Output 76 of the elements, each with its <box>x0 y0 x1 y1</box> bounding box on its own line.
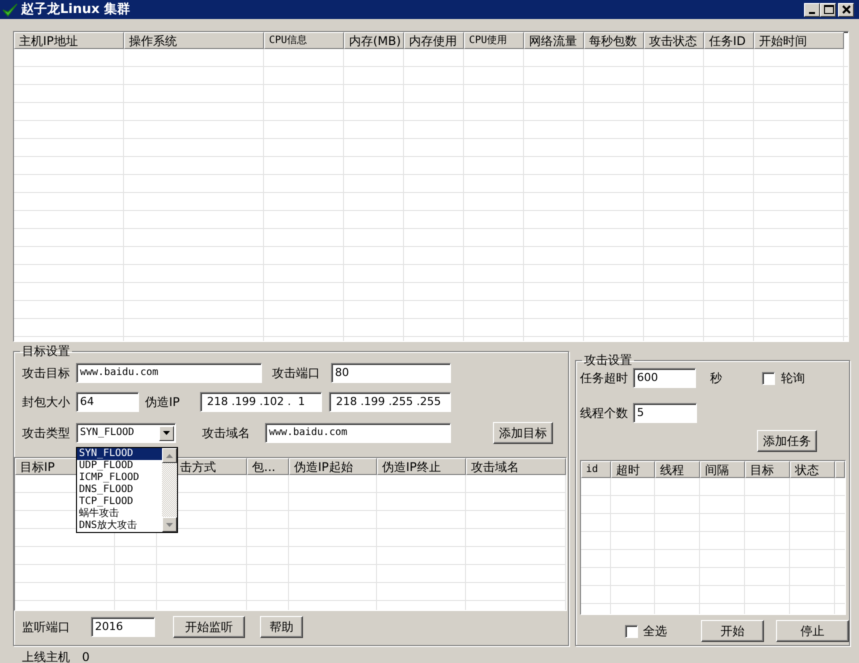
push-button[interactable]: 开始 <box>700 620 764 642</box>
column-header[interactable]: 每秒包数 <box>584 32 644 49</box>
caret-icon <box>163 431 170 435</box>
text-field[interactable]: 218 .199 .102 . 1 <box>200 392 322 412</box>
field-label: 线程个数 <box>580 406 629 420</box>
column-header[interactable]: 内存使用 <box>404 32 464 49</box>
scroll-down-button[interactable] <box>162 517 177 532</box>
dropdown-option[interactable]: 蜗牛攻击 <box>77 508 162 520</box>
column-header[interactable]: 状态 <box>790 461 835 478</box>
column-header[interactable]: 超时 <box>611 461 655 478</box>
push-button[interactable]: 添加任务 <box>757 430 817 452</box>
column-header[interactable]: 操作系统 <box>124 32 264 49</box>
checkbox-label: 全选 <box>642 624 667 638</box>
text-field[interactable]: 64 <box>76 392 139 412</box>
column-header[interactable]: 包... <box>247 458 289 475</box>
column-header[interactable]: 攻击域名 <box>466 458 566 475</box>
text-field[interactable]: 218 .199 .255 .255 <box>329 392 451 412</box>
field-label: 攻击端口 <box>272 366 321 380</box>
maximize-icon <box>822 4 834 15</box>
column-header[interactable]: CPU使用 <box>464 32 524 49</box>
column-header[interactable]: 网络流量 <box>524 32 584 49</box>
field-label: 攻击目标 <box>22 366 71 380</box>
checkbox-label: 轮询 <box>781 371 805 385</box>
column-header[interactable]: CPU信息 <box>264 32 344 49</box>
window-title: 赵子龙Linux 集群 <box>21 2 130 16</box>
field-label: 秒 <box>710 371 722 385</box>
minimize-button[interactable] <box>804 2 820 16</box>
dropdown-option[interactable]: TCP_FLOOD <box>77 496 162 508</box>
dropdown-arrow-button[interactable] <box>159 426 174 440</box>
group-title: 攻击设置 <box>583 353 633 367</box>
close-icon <box>840 4 852 15</box>
push-button[interactable]: 停止 <box>776 620 849 642</box>
status-label: 上线主机 <box>22 650 70 663</box>
checkbox[interactable] <box>625 624 638 638</box>
text-field[interactable]: 80 <box>331 363 451 383</box>
column-header[interactable]: 内存(MB) <box>344 32 404 49</box>
dropdown[interactable]: SYN_FLOOD <box>76 423 176 443</box>
field-label: 封包大小 <box>22 395 71 409</box>
push-button[interactable]: 添加目标 <box>493 422 553 444</box>
minimize-icon <box>809 12 815 14</box>
column-header[interactable]: 伪造IP起始 <box>289 458 377 475</box>
status-value: 0 <box>82 650 90 663</box>
dropdown-option[interactable]: SYN_FLOOD <box>77 448 162 460</box>
text-field[interactable]: 5 <box>633 403 697 423</box>
group-title: 目标设置 <box>21 344 71 358</box>
column-header[interactable]: 目标 <box>745 461 790 478</box>
text-field[interactable]: www.baidu.com <box>265 423 451 443</box>
up-arrow-icon <box>166 454 173 458</box>
field-label: 攻击类型 <box>22 426 71 440</box>
field-label: 监听端口 <box>22 620 71 634</box>
column-header[interactable]: 伪造IP终止 <box>377 458 466 475</box>
field-label: 攻击域名 <box>202 426 251 440</box>
text-field[interactable]: www.baidu.com <box>76 363 262 383</box>
scroll-up-button[interactable] <box>162 448 177 463</box>
dropdown-option[interactable]: DNS放大攻击 <box>77 520 162 532</box>
column-header[interactable]: 线程 <box>655 461 700 478</box>
column-header[interactable]: 任务ID <box>704 32 754 49</box>
text-field[interactable]: 600 <box>633 368 696 388</box>
maximize-button[interactable] <box>820 2 836 16</box>
checkbox[interactable] <box>762 372 775 384</box>
push-button[interactable]: 开始监听 <box>173 616 245 638</box>
dropdown-option[interactable]: ICMP_FLOOD <box>77 472 162 484</box>
column-header[interactable]: 间隔 <box>700 461 745 478</box>
column-header[interactable]: 攻击状态 <box>644 32 704 49</box>
close-button[interactable] <box>838 2 854 16</box>
column-header[interactable]: id <box>581 461 611 478</box>
dropdown-option[interactable]: DNS_FLOOD <box>77 484 162 496</box>
scrollbar[interactable] <box>162 448 177 532</box>
check-icon <box>2 2 18 16</box>
field-label: 伪造IP <box>145 395 181 409</box>
column-header[interactable]: 主机IP地址 <box>14 32 124 49</box>
field-label: 任务超时 <box>580 371 629 385</box>
push-button[interactable]: 帮助 <box>260 616 303 638</box>
down-arrow-icon <box>166 522 173 526</box>
column-header[interactable]: 开始时间 <box>754 32 844 49</box>
text-field[interactable]: 2016 <box>91 617 155 637</box>
